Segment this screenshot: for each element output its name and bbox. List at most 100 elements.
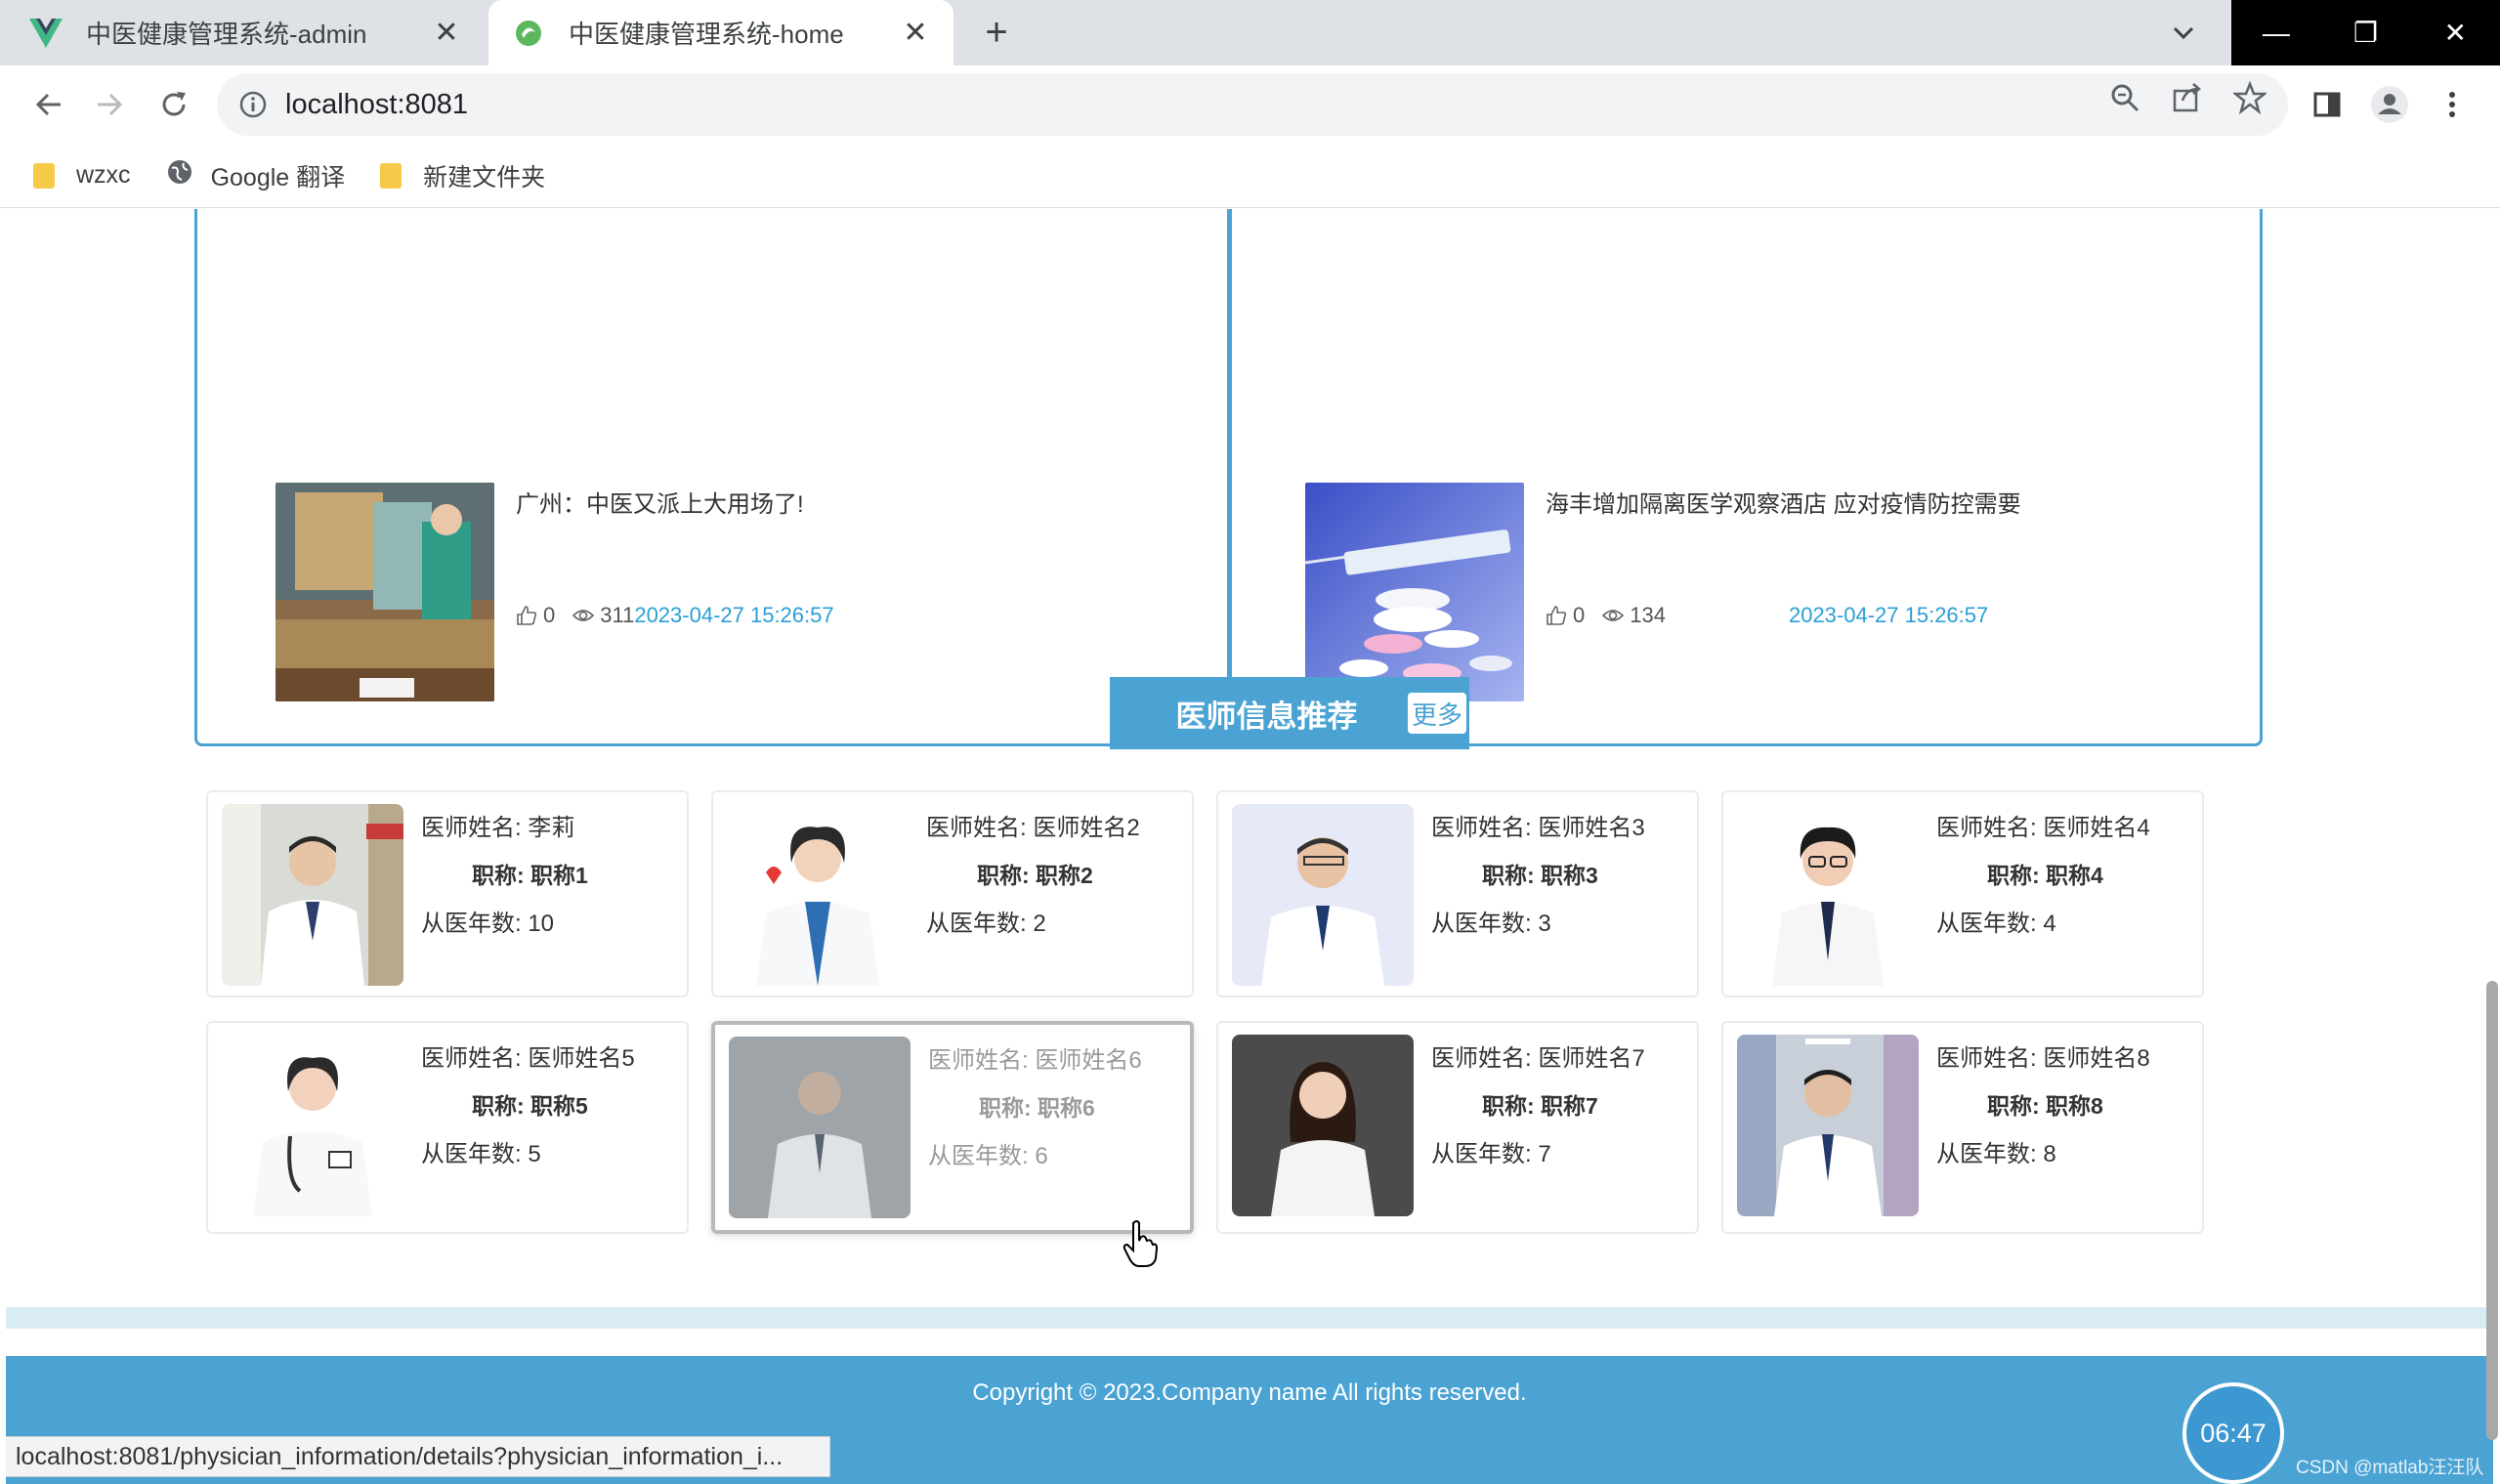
physician-years: 从医年数: 6 (928, 1143, 1048, 1169)
physician-card[interactable]: 医师姓名: 医师姓名5 职称: 职称5 从医年数: 5 (206, 1021, 689, 1234)
reload-icon[interactable] (154, 85, 193, 124)
hand-cursor-icon (1122, 1219, 1161, 1268)
physician-photo[interactable] (222, 1035, 403, 1216)
physician-name: 医师姓名: 医师姓名3 (1431, 815, 1645, 841)
forward-icon[interactable] (90, 85, 129, 124)
physician-card[interactable]: 医师姓名: 医师姓名8 职称: 职称8 从医年数: 8 (1721, 1021, 2204, 1234)
news-meta: 0 134 2023-04-27 15:26:57 (1546, 603, 1988, 628)
view-count: 311 (600, 603, 635, 627)
page-icon (512, 17, 545, 50)
back-icon[interactable] (29, 85, 68, 124)
close-window-icon[interactable]: ✕ (2410, 0, 2500, 65)
minimize-icon[interactable]: — (2231, 0, 2321, 65)
bookmarks-bar: wzxc Google 翻译 新建文件夹 (0, 144, 2500, 208)
tab-strip: 中医健康管理系统-admin ✕ 中医健康管理系统-home ✕ + — ❐ ✕ (0, 0, 2500, 65)
physician-card[interactable]: 医师姓名: 医师姓名2 职称: 职称2 从医年数: 2 (711, 790, 1194, 997)
news-meta: 0 311 2023-04-27 15:26:57 (516, 603, 834, 628)
tab-home[interactable]: 中医健康管理系统-home ✕ (488, 0, 953, 65)
browser-toolbar: localhost:8081 (0, 65, 2500, 144)
eye-icon (572, 605, 595, 626)
physician-title: 职称: 职称5 (472, 1093, 588, 1119)
physician-title: 职称: 职称1 (472, 863, 588, 888)
news-card[interactable]: 海丰增加隔离医学观察酒店 应对疫情防控需要 0 134 2023-04-27 1… (1229, 209, 2263, 746)
news-title[interactable]: 海丰增加隔离医学观察酒店 应对疫情防控需要 (1546, 485, 2021, 519)
physician-card[interactable]: 医师姓名: 李莉 职称: 职称1 从医年数: 10 (206, 790, 689, 997)
news-thumbnail[interactable] (1305, 483, 1524, 701)
like-count: 0 (1573, 603, 1586, 627)
physician-photo[interactable] (1737, 804, 1919, 986)
physician-card[interactable]: 医师姓名: 医师姓名7 职称: 职称7 从医年数: 7 (1216, 1021, 1699, 1234)
physician-years: 从医年数: 8 (1936, 1141, 2056, 1167)
watermark-text: CSDN @matlab汪汪队 (2296, 1458, 2484, 1478)
close-icon[interactable]: ✕ (901, 16, 930, 50)
section-header: 医师信息推荐 更多 (1110, 677, 1469, 749)
physician-years: 从医年数: 4 (1936, 911, 2056, 937)
physician-card[interactable]: 医师姓名: 医师姓名3 职称: 职称3 从医年数: 3 (1216, 790, 1699, 997)
url-text[interactable]: localhost:8081 (285, 89, 468, 121)
star-icon[interactable] (2231, 80, 2268, 115)
physician-photo[interactable] (727, 804, 909, 986)
thumbs-up-icon[interactable] (516, 605, 537, 626)
side-panel-icon[interactable] (2308, 85, 2347, 124)
physician-name: 医师姓名: 李莉 (421, 815, 575, 841)
folder-icon (33, 162, 55, 189)
physician-photo[interactable] (1737, 1035, 1919, 1216)
new-tab-button[interactable]: + (977, 13, 1016, 53)
physician-name: 医师姓名: 医师姓名7 (1431, 1045, 1645, 1072)
page-content: 广州：中医又派上大用场了! 0 311 2023-04-27 15:26:57 (6, 209, 2493, 1484)
scrollbar-thumb[interactable] (2486, 981, 2498, 1440)
globe-icon (166, 158, 193, 192)
more-button[interactable]: 更多 (1408, 693, 1466, 734)
recording-timer: 06:47 (2182, 1382, 2284, 1484)
share-icon[interactable] (2171, 81, 2204, 114)
bookmark-google-translate[interactable]: Google 翻译 (166, 158, 345, 193)
bookmark-label: wzxc (76, 161, 131, 189)
physician-name: 医师姓名: 医师姓名6 (928, 1047, 1142, 1074)
physician-years: 从医年数: 3 (1431, 911, 1551, 937)
like-count: 0 (543, 603, 556, 627)
news-title[interactable]: 广州：中医又派上大用场了! (516, 485, 804, 519)
bookmark-new-folder[interactable]: 新建文件夹 (380, 158, 545, 193)
physician-card[interactable]: 医师姓名: 医师姓名4 职称: 职称4 从医年数: 4 (1721, 790, 2204, 997)
physician-name: 医师姓名: 医师姓名4 (1936, 815, 2150, 841)
tab-title: 中医健康管理系统-admin (86, 20, 367, 49)
physician-photo[interactable] (222, 804, 403, 986)
chevron-down-icon[interactable] (2164, 14, 2203, 53)
menu-icon[interactable] (2433, 85, 2472, 124)
physician-name: 医师姓名: 医师姓名5 (421, 1045, 635, 1072)
restore-icon[interactable]: ❐ (2321, 0, 2411, 65)
vue-icon (29, 17, 63, 50)
physician-title: 职称: 职称2 (977, 863, 1093, 888)
section-title: 医师信息推荐 (1175, 699, 1358, 734)
view-count: 134 (1630, 603, 1666, 627)
close-icon[interactable]: ✕ (432, 16, 461, 50)
physician-title: 职称: 职称8 (1987, 1093, 2103, 1119)
physician-photo[interactable] (1232, 1035, 1414, 1216)
copyright-text: Copyright © 2023.Company name All rights… (972, 1379, 1527, 1406)
news-card[interactable]: 广州：中医又派上大用场了! 0 311 2023-04-27 15:26:57 (194, 209, 1230, 746)
physician-title: 职称: 职称3 (1482, 863, 1598, 888)
news-thumbnail[interactable] (275, 483, 494, 701)
link-status-bubble: localhost:8081/physician_information/det… (6, 1436, 830, 1477)
physician-title: 职称: 职称4 (1987, 863, 2103, 888)
physician-photo[interactable] (1232, 804, 1414, 986)
profile-icon[interactable] (2370, 85, 2409, 124)
address-bar[interactable]: localhost:8081 (217, 73, 2288, 136)
physician-title: 职称: 职称6 (979, 1095, 1095, 1121)
tab-admin[interactable]: 中医健康管理系统-admin ✕ (6, 0, 485, 65)
physician-years: 从医年数: 10 (421, 911, 555, 937)
info-icon[interactable] (238, 90, 268, 119)
physician-name: 医师姓名: 医师姓名2 (926, 815, 1140, 841)
physician-years: 从医年数: 5 (421, 1141, 541, 1167)
footer-divider (6, 1307, 2493, 1329)
zoom-icon[interactable] (2108, 81, 2141, 114)
thumbs-up-icon[interactable] (1546, 605, 1567, 626)
folder-icon (380, 162, 403, 189)
physician-years: 从医年数: 2 (926, 911, 1046, 937)
tab-title: 中医健康管理系统-home (569, 20, 844, 49)
physician-card[interactable]: 医师姓名: 医师姓名6 职称: 职称6 从医年数: 6 (711, 1021, 1194, 1234)
news-date: 2023-04-27 15:26:57 (634, 603, 834, 627)
physician-photo[interactable] (729, 1037, 911, 1218)
bookmark-label: 新建文件夹 (423, 163, 546, 191)
bookmark-wzxc[interactable]: wzxc (33, 161, 131, 190)
